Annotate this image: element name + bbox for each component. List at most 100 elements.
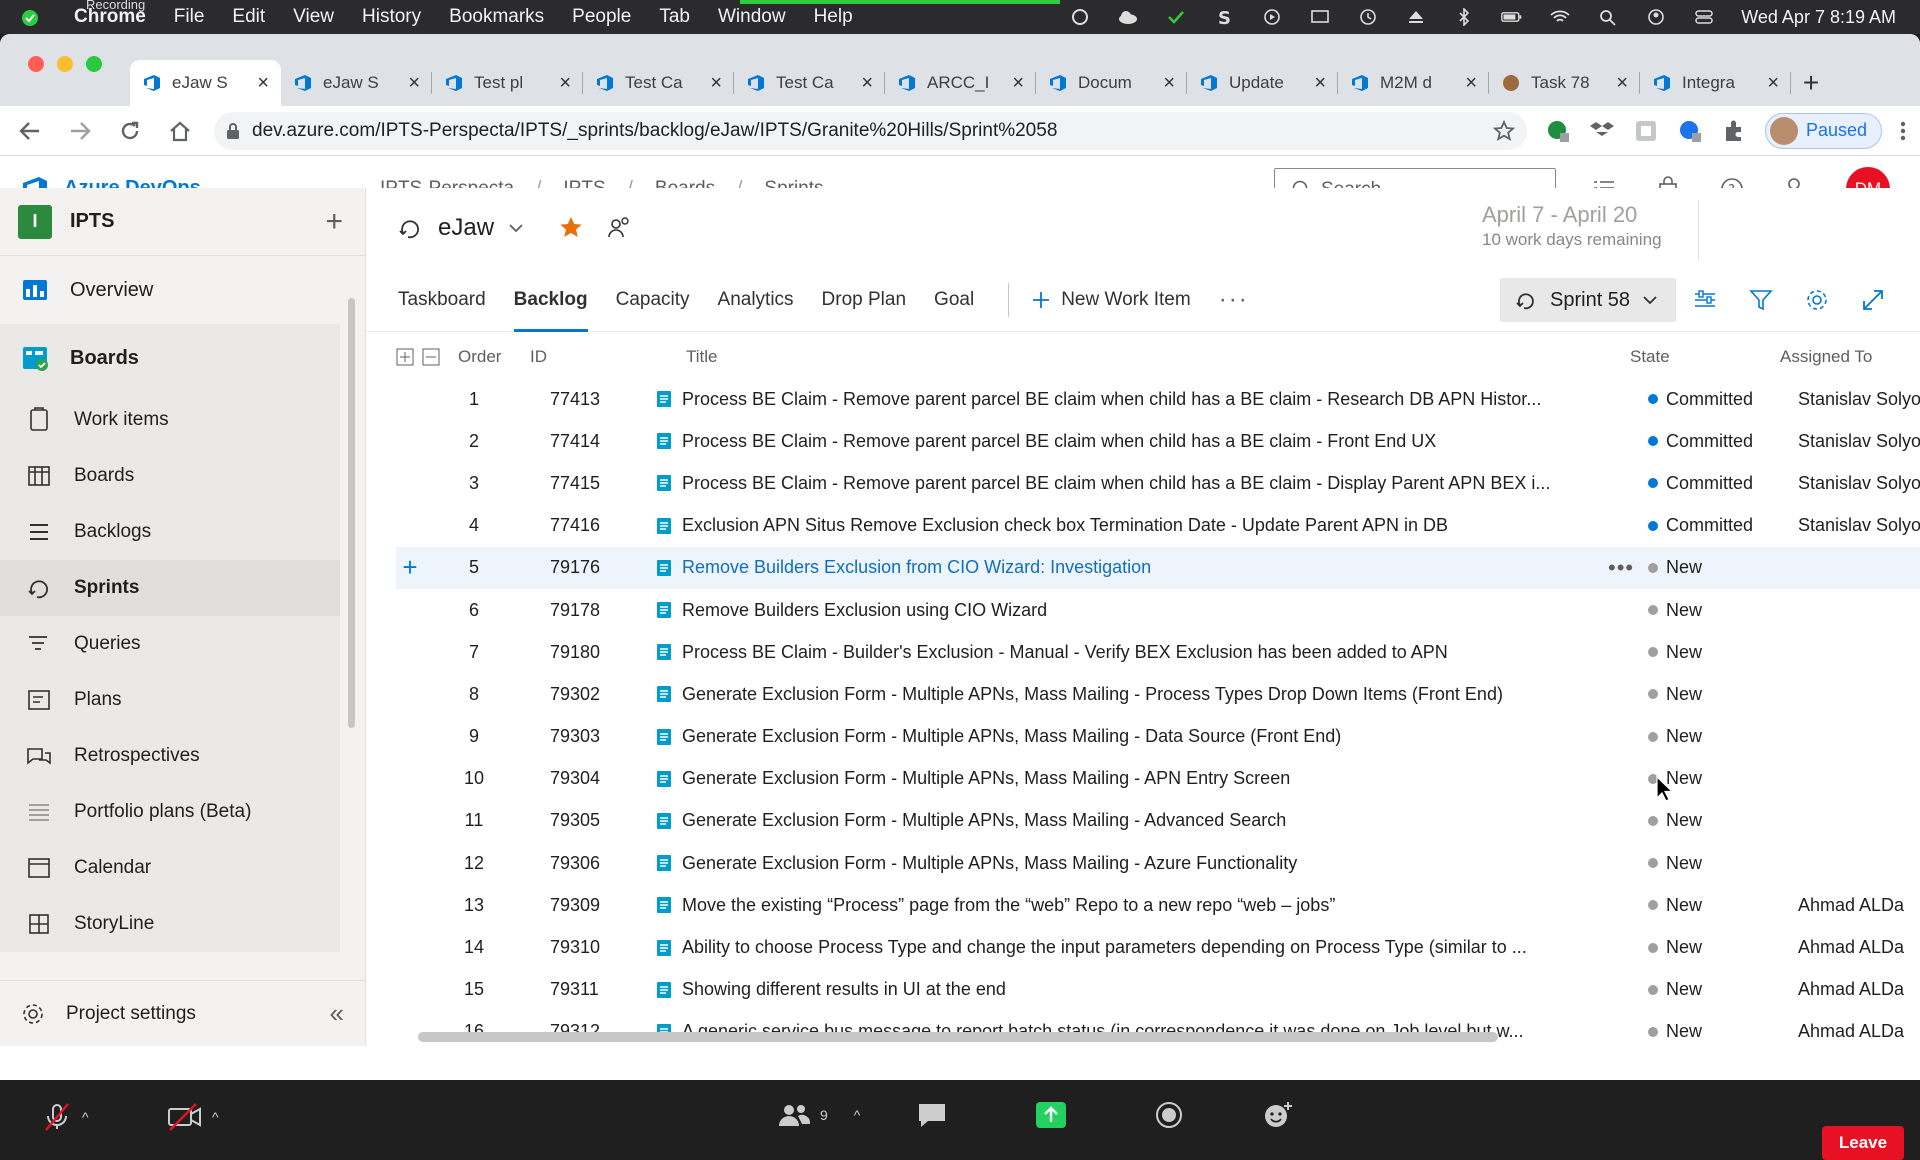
- caret-up-icon[interactable]: ^: [212, 1109, 219, 1125]
- caret-up-icon[interactable]: ^: [82, 1109, 89, 1125]
- time-machine-icon[interactable]: [1357, 8, 1379, 26]
- share-screen-button[interactable]: [1034, 1100, 1068, 1130]
- project-settings-button[interactable]: Project settings «: [0, 980, 366, 1046]
- row-title[interactable]: Generate Exclusion Form - Multiple APNs,…: [656, 726, 1608, 747]
- close-tab-icon[interactable]: ×: [1314, 72, 1326, 95]
- team-selector[interactable]: eJaw: [438, 214, 494, 242]
- collapse-all-icon[interactable]: [422, 348, 440, 366]
- row-state[interactable]: Committed: [1648, 515, 1798, 536]
- menu-tab[interactable]: Tab: [645, 6, 704, 28]
- creative-cloud-icon[interactable]: [1069, 8, 1091, 26]
- column-title[interactable]: Title: [686, 347, 1630, 367]
- mute-button[interactable]: ^: [40, 1100, 89, 1134]
- row-assigned-to[interactable]: Stanislav Solyo: [1798, 431, 1920, 452]
- tab-drop-plan[interactable]: Drop Plan: [822, 268, 907, 332]
- extensions-puzzle-icon[interactable]: [1721, 118, 1747, 144]
- row-title[interactable]: Remove Builders Exclusion from CIO Wizar…: [656, 557, 1608, 578]
- bookmark-star-icon[interactable]: [1492, 119, 1515, 142]
- row-state[interactable]: New: [1648, 979, 1798, 1000]
- row-assigned-to[interactable]: Ahmad ALDa: [1798, 979, 1920, 1000]
- apple-icon[interactable]: [0, 7, 60, 27]
- table-row[interactable]: 6 79178 Remove Builders Exclusion using CI…: [396, 589, 1920, 631]
- browser-tab[interactable]: M2M d ×: [1338, 60, 1489, 106]
- sidebar-item-boards-hub[interactable]: Boards: [0, 324, 340, 392]
- tab-goal[interactable]: Goal: [934, 268, 974, 332]
- back-button[interactable]: [14, 115, 46, 147]
- sidebar-item-overview[interactable]: Overview: [0, 256, 340, 324]
- row-title-text[interactable]: Move the existing “Process” page from th…: [682, 895, 1335, 916]
- expand-all-icon[interactable]: [396, 348, 414, 366]
- menu-edit[interactable]: Edit: [218, 6, 279, 28]
- browser-tab[interactable]: eJaw S ×: [130, 60, 281, 106]
- sidebar-item-sprints[interactable]: Sprints: [0, 560, 340, 616]
- eject-icon[interactable]: [1405, 8, 1427, 26]
- sidebar-item-retrospectives[interactable]: Retrospectives: [0, 728, 340, 784]
- home-button[interactable]: [164, 115, 196, 147]
- row-title[interactable]: Remove Builders Exclusion using CIO Wiza…: [656, 600, 1608, 621]
- browser-tab[interactable]: Docum ×: [1036, 60, 1187, 106]
- table-row[interactable]: 8 79302 Generate Exclusion Form - Multiple…: [396, 673, 1920, 715]
- table-row[interactable]: 10 79304 Generate Exclusion Form - Multipl…: [396, 758, 1920, 800]
- menu-view[interactable]: View: [279, 6, 348, 28]
- table-row[interactable]: 2 77414 Process BE Claim - Remove parent p…: [396, 420, 1920, 462]
- menu-file[interactable]: File: [160, 6, 219, 28]
- check-shield-icon[interactable]: [1165, 8, 1187, 26]
- row-title[interactable]: Process BE Claim - Builder's Exclusion -…: [656, 642, 1608, 663]
- browser-tab[interactable]: eJaw S ×: [281, 60, 432, 106]
- sidebar-item-queries[interactable]: Queries: [0, 616, 340, 672]
- browser-tab[interactable]: Test pl ×: [432, 60, 583, 106]
- row-title[interactable]: Showing different results in UI at the e…: [656, 979, 1608, 1000]
- close-window-button[interactable]: [28, 56, 44, 72]
- view-options-icon[interactable]: [1692, 287, 1718, 313]
- battery-icon[interactable]: [1501, 8, 1523, 26]
- spotlight-icon[interactable]: [1597, 8, 1619, 26]
- horizontal-scrollbar[interactable]: [418, 1032, 1498, 1042]
- new-tab-button[interactable]: +: [1791, 60, 1831, 106]
- row-assigned-to[interactable]: Stanislav Solyo: [1798, 389, 1920, 410]
- close-tab-icon[interactable]: ×: [1616, 72, 1628, 95]
- fullscreen-icon[interactable]: [1860, 287, 1886, 313]
- extension-azure-icon[interactable]: [1677, 118, 1703, 144]
- close-tab-icon[interactable]: ×: [710, 72, 722, 95]
- menu-help[interactable]: Help: [800, 6, 867, 28]
- row-state[interactable]: New: [1648, 726, 1798, 747]
- row-state[interactable]: Committed: [1648, 389, 1798, 410]
- table-row[interactable]: 15 79311 Showing different results in UI a…: [396, 969, 1920, 1011]
- close-tab-icon[interactable]: ×: [1012, 72, 1024, 95]
- close-tab-icon[interactable]: ×: [861, 72, 873, 95]
- close-tab-icon[interactable]: ×: [1465, 72, 1477, 95]
- dropbox-icon[interactable]: [1589, 118, 1615, 144]
- tab-taskboard[interactable]: Taskboard: [398, 268, 486, 332]
- team-members-icon[interactable]: [606, 215, 632, 241]
- url-bar[interactable]: dev.azure.com/IPTS-Perspecta/IPTS/_sprin…: [214, 111, 1527, 150]
- new-item-plus-icon[interactable]: +: [325, 205, 343, 239]
- leave-meeting-button[interactable]: Leave: [1822, 1126, 1904, 1160]
- sidebar-item-portfolio-plans[interactable]: Portfolio plans (Beta): [0, 784, 340, 840]
- minimize-window-button[interactable]: [57, 56, 73, 72]
- s-app-icon[interactable]: S: [1213, 8, 1235, 26]
- row-assigned-to[interactable]: Ahmad ALDa: [1798, 937, 1920, 958]
- row-title-text[interactable]: Process BE Claim - Remove parent parcel …: [682, 473, 1550, 494]
- bluetooth-icon[interactable]: [1453, 8, 1475, 26]
- row-title[interactable]: Exclusion APN Situs Remove Exclusion che…: [656, 515, 1608, 536]
- browser-tab[interactable]: ARCC_I ×: [885, 60, 1036, 106]
- chevron-down-icon[interactable]: [508, 223, 524, 233]
- column-order[interactable]: Order: [458, 347, 530, 367]
- browser-tab[interactable]: Task 78 ×: [1489, 60, 1640, 106]
- row-title-text[interactable]: Process BE Claim - Remove parent parcel …: [682, 431, 1436, 452]
- sidebar-item-backlogs[interactable]: Backlogs: [0, 504, 340, 560]
- row-title-text[interactable]: Ability to choose Process Type and chang…: [682, 937, 1527, 958]
- more-actions-icon[interactable]: ···: [1219, 286, 1249, 314]
- column-state[interactable]: State: [1630, 347, 1780, 367]
- row-title[interactable]: Generate Exclusion Form - Multiple APNs,…: [656, 853, 1608, 874]
- url-text[interactable]: dev.azure.com/IPTS-Perspecta/IPTS/_sprin…: [252, 120, 1481, 142]
- browser-tab[interactable]: Update ×: [1187, 60, 1338, 106]
- table-row[interactable]: 1 77413 Process BE Claim - Remove parent p…: [396, 378, 1920, 420]
- play-circle-icon[interactable]: [1261, 8, 1283, 26]
- menu-clock[interactable]: Wed Apr 7 8:19 AM: [1741, 7, 1896, 28]
- row-state[interactable]: New: [1648, 684, 1798, 705]
- table-row[interactable]: 7 79180 Process BE Claim - Builder's Exclu…: [396, 631, 1920, 673]
- row-state[interactable]: New: [1648, 1021, 1798, 1042]
- sidebar-item-plans[interactable]: Plans: [0, 672, 340, 728]
- row-state[interactable]: New: [1648, 853, 1798, 874]
